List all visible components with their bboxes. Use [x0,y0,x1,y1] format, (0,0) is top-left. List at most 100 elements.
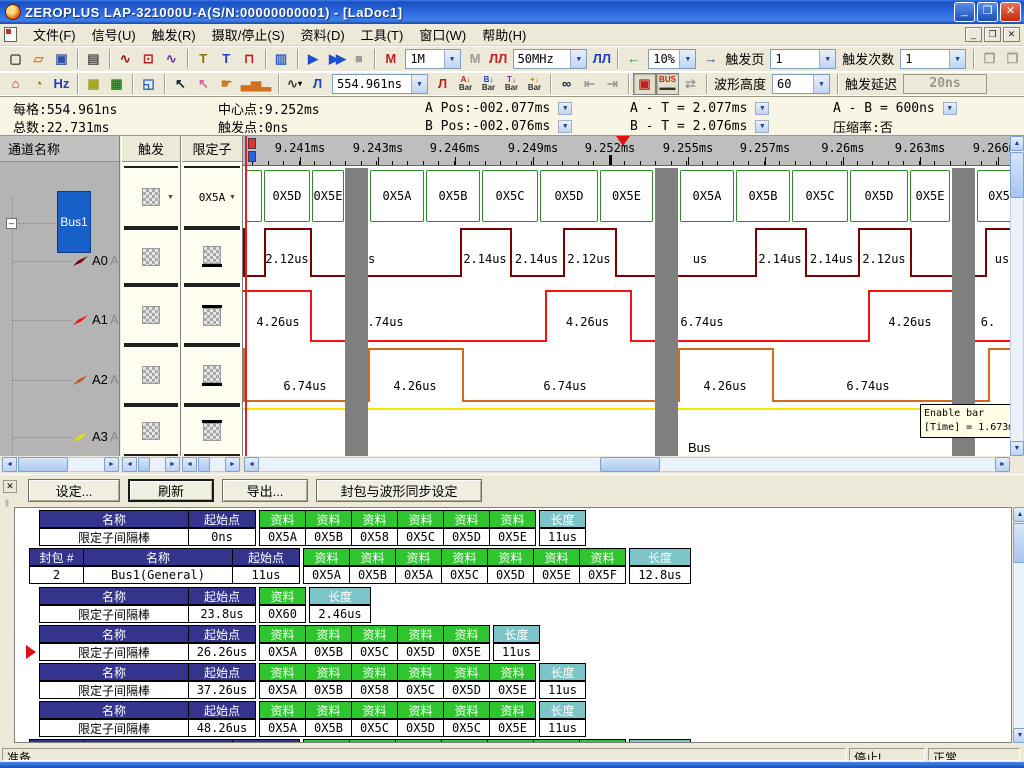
trigger-marker-icon[interactable] [616,136,630,146]
scrollbar-thumb[interactable] [138,457,150,472]
qualifier-cell-2[interactable] [184,285,240,345]
sample-wave-button[interactable]: ЛЛ [590,48,613,70]
packet-row[interactable]: 名称起始点资料资料资料资料资料资料长度限定子间隔棒0ns0X5A0X5B0X58… [39,510,586,546]
zoom-range-button[interactable]: Л [306,73,329,95]
panel-close-button[interactable]: ✕ [3,480,17,493]
chevron-down-icon[interactable]: ▼ [679,50,695,68]
sample-clock-button[interactable]: ЛЛ [487,48,510,70]
a-bar-button[interactable]: A↓Bar [454,73,477,95]
overlay-view-button[interactable]: ◱ [137,73,160,95]
menu-item-5[interactable]: 工具(T) [353,23,412,46]
bus-value-cell[interactable] [246,170,262,222]
chevron-down-icon[interactable]: ▼ [949,50,965,68]
bus-value-cell[interactable]: 0X5E [312,170,344,222]
dont-care-box[interactable] [142,422,160,440]
maximize-button[interactable]: ❐ [977,2,998,22]
trigger-cell-4[interactable] [124,405,178,456]
dropdown-button[interactable]: ▼ [558,102,572,115]
trigger-column-hscrollbar[interactable]: ◄ ► [122,457,180,472]
wave-height-select[interactable]: 60▼ [772,74,830,94]
channel-bus1[interactable]: Bus1 [57,191,91,253]
packet-row[interactable]: 名称起始点资料资料资料资料资料资料长度限定子间隔棒37.26us0X5A0X5B… [39,663,586,699]
memory-depth-select[interactable]: 1M▼ [405,49,460,69]
trigger-mark-button[interactable]: T [192,48,215,70]
qualifier-state-icon[interactable] [202,246,222,267]
dont-care-box[interactable] [142,306,160,324]
packet-button-1[interactable]: 刷新 [128,479,214,502]
dont-care-box[interactable] [142,188,160,206]
sample-rate-select[interactable]: 50MHz▼ [513,49,588,69]
trigger-page-select[interactable]: 1▼ [770,49,836,69]
bus-value-cell[interactable]: 0X5 [977,170,1010,222]
qualifier-cell-1[interactable] [184,228,240,285]
goto-trigger-button[interactable]: → [699,48,722,70]
channel-panel-hscrollbar[interactable]: ◄ ► [2,457,119,472]
a-bar-flag-icon[interactable] [248,138,256,149]
scrollbar-thumb[interactable] [18,457,68,472]
chevron-down-icon[interactable]: ▼ [165,177,176,218]
channel-label-a3[interactable]: A3 [92,429,108,444]
bus-value-cell[interactable]: 0X5E [600,170,653,222]
pulse-cursor-button[interactable]: Л [431,73,454,95]
scroll-left-button[interactable]: ◄ [244,457,259,472]
bus-value-cell[interactable]: 0X5D [264,170,310,222]
dropdown-button[interactable]: ▼ [943,102,957,115]
scroll-left-button[interactable]: ◄ [122,457,137,472]
chevron-down-icon[interactable]: ▼ [813,75,829,93]
scrollbar-thumb[interactable] [198,457,210,472]
save-file-button[interactable]: ▣ [50,48,73,70]
noise-filter-button[interactable]: ▣ [633,73,656,95]
mdi-minimize-button[interactable]: _ [965,27,982,42]
bus-value-cell[interactable]: 0X5B [736,170,790,222]
packet-list[interactable]: 名称起始点资料资料资料资料资料资料长度限定子间隔棒0ns0X5A0X5B0X58… [14,507,1012,743]
scroll-up-button[interactable]: ▲ [1010,136,1024,151]
mdi-close-button[interactable]: ✕ [1003,27,1020,42]
minimize-button[interactable]: _ [954,2,975,22]
open-file-button[interactable]: ▱ [27,48,50,70]
packet-row[interactable]: 封包 #名称起始点资料资料资料资料资料资料资料长度2Bus1(General)1… [29,548,691,584]
select-cursor-button[interactable]: ↖ [169,73,192,95]
qualifier-state-icon[interactable] [202,420,222,441]
print-button[interactable]: ▤ [82,48,105,70]
qualifier-cell-3[interactable] [184,345,240,405]
scroll-up-button[interactable]: ▲ [1013,507,1024,522]
packet-button-2[interactable]: 导出... [222,479,308,502]
memory-page-button[interactable]: ▥ [270,48,293,70]
splitter-grip[interactable]: ‖ [5,499,9,510]
bus-value-cell[interactable]: 0X5D [540,170,598,222]
scroll-right-button[interactable]: ► [104,457,119,472]
waveform-hscrollbar[interactable]: ◄ ► [244,457,1010,472]
hand-tool-button[interactable]: ☛ [215,73,238,95]
trigger-count-select[interactable]: 1▼ [900,49,966,69]
trigger-pulse-button[interactable]: ⊓ [238,48,261,70]
mdi-restore-button[interactable]: ❐ [984,27,1001,42]
menu-item-2[interactable]: 触发(R) [144,23,204,46]
dont-care-box[interactable] [142,366,160,384]
menu-item-4[interactable]: 资料(D) [293,23,353,46]
capture-range-button[interactable]: ⊡ [137,48,160,70]
chevron-down-icon[interactable]: ▼ [444,50,460,68]
scroll-left-button[interactable]: ◄ [2,457,17,472]
trigger-cell-3[interactable] [124,345,178,405]
waveform-display[interactable]: 9.241ms9.243ms9.246ms9.249ms9.252ms9.255… [243,136,1010,456]
qualifier-state-icon[interactable] [202,365,222,386]
packet-row[interactable]: 名称起始点资料长度限定子间隔棒23.8us0X602.46us [39,587,371,623]
sampling-edge-button[interactable]: ∿ [160,48,183,70]
b-bar-flag-icon[interactable] [248,151,256,162]
find-button[interactable]: ∞ [555,73,578,95]
scroll-left-button[interactable]: ◄ [182,457,197,472]
scroll-right-button[interactable]: ► [165,457,180,472]
wave-display-mode-button[interactable]: ∿ ▾ [283,73,306,95]
listing-view-button[interactable]: ▦ [105,73,128,95]
trigger-pos-left-button[interactable]: ← [622,48,645,70]
bus-value-cell[interactable]: 0X5A [680,170,734,222]
channel-label-a2[interactable]: A2 [92,372,108,387]
dropdown-button[interactable]: ▼ [558,120,572,133]
menu-item-3[interactable]: 摄取/停止(S) [204,23,293,46]
home-button[interactable]: ⌂ [4,73,27,95]
scrollbar-thumb[interactable] [1013,523,1024,563]
chevron-down-icon[interactable]: ▼ [819,50,835,68]
dont-care-box[interactable] [142,248,160,266]
packet-button-0[interactable]: 设定... [28,479,120,502]
dropdown-button[interactable]: ▼ [755,102,769,115]
